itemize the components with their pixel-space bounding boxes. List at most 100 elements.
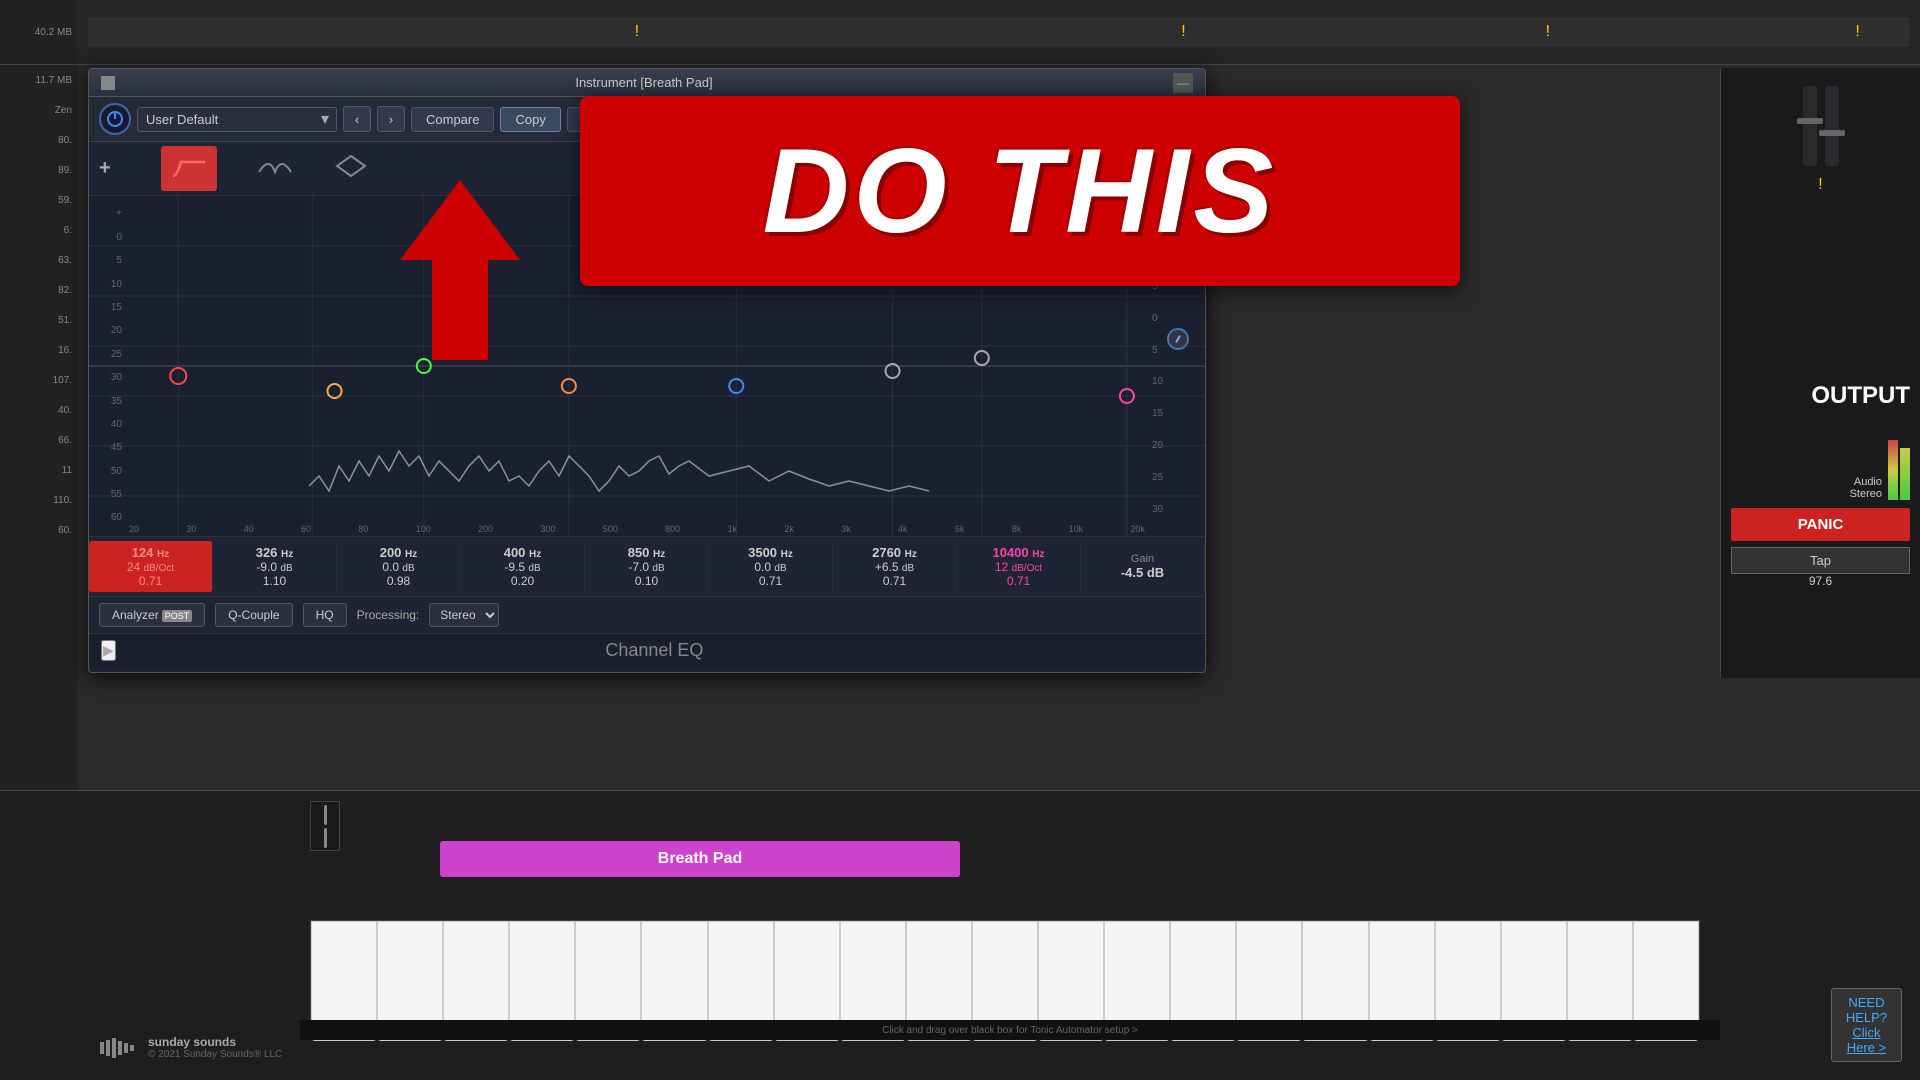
nav-forward-button[interactable]: › — [377, 106, 405, 132]
gain-tick-30: 30 — [111, 372, 122, 383]
gain-tick-35: 35 — [111, 396, 122, 407]
marker-2: ! — [1181, 23, 1185, 41]
r-gain-0: 0 — [1152, 313, 1158, 324]
band-8-q: 0.71 — [1007, 574, 1030, 588]
mem-label-15: 11 — [62, 465, 72, 476]
freq-20: 20 — [129, 524, 139, 534]
freq-100: 100 — [416, 524, 431, 534]
breath-pad-bar[interactable]: Breath Pad — [440, 841, 960, 877]
mem-label-5: 89. — [58, 165, 72, 176]
band-7-db: +6.5 dB — [875, 560, 914, 574]
gain-tick-plus: + — [116, 208, 122, 219]
tonic-automator-text: Click and drag over black box for Tonic … — [882, 1025, 1138, 1036]
eq-titlebar: Instrument [Breath Pad] — — [89, 69, 1205, 97]
fader-left-handle[interactable] — [1797, 118, 1823, 124]
eq-window-title: Instrument [Breath Pad] — [575, 75, 712, 90]
gain-knob[interactable] — [1167, 328, 1189, 350]
preset-dropdown[interactable]: User Default — [137, 107, 337, 132]
band-8-values[interactable]: 10400 Hz 12 dB/Oct 0.71 — [957, 541, 1081, 592]
q-couple-button[interactable]: Q-Couple — [215, 603, 292, 627]
r-gain-25: 25 — [1152, 472, 1163, 483]
power-button[interactable] — [99, 103, 131, 135]
freq-1k: 1k — [728, 524, 738, 534]
band-1-q: 0.71 — [139, 574, 162, 588]
level-meter-l — [1888, 420, 1898, 500]
analyzer-button[interactable]: AnalyzerPOST — [99, 603, 205, 627]
r-gain-30: 30 — [1152, 504, 1163, 515]
r-gain-15b: 15 — [1152, 408, 1163, 419]
band-3-icon[interactable] — [333, 152, 369, 185]
band-2-icon[interactable] — [257, 152, 293, 185]
stereo-label: Stereo — [1850, 488, 1882, 500]
band-2-freq: 326 Hz — [256, 545, 294, 560]
sunday-sounds-logo: sunday sounds © 2021 Sunday Sounds® LLC — [100, 1035, 282, 1060]
gain-value-display: -4.5 dB — [1121, 565, 1164, 580]
preset-dropdown-wrap[interactable]: User Default — [137, 107, 337, 132]
band-3-values[interactable]: 200 Hz 0.0 dB 0.98 — [337, 541, 461, 592]
freq-300: 300 — [540, 524, 555, 534]
level-fill-l — [1888, 440, 1898, 500]
hq-button[interactable]: HQ — [303, 603, 347, 627]
panic-button[interactable]: PANIC — [1731, 508, 1910, 541]
tap-button[interactable]: Tap — [1731, 547, 1910, 574]
band-1-icon[interactable] — [161, 146, 217, 191]
midi-transport-icon[interactable] — [310, 801, 340, 851]
do-this-overlay: DO THIS — [580, 96, 1460, 286]
right-panel-faders — [1731, 86, 1910, 166]
freq-20k: 20k — [1130, 524, 1145, 534]
mem-label-4: 80. — [58, 135, 72, 146]
gain-tick-55: 55 — [111, 489, 122, 500]
processing-select[interactable]: Stereo Left Right Mid Side — [429, 603, 499, 627]
mem-label-17: 60. — [58, 525, 72, 536]
click-here-label: Click Here > — [1847, 1025, 1886, 1055]
compare-button[interactable]: Compare — [411, 107, 494, 132]
band-4-values[interactable]: 400 Hz -9.5 dB 0.20 — [461, 541, 585, 592]
gain-labels-left: + 0 5 10 15 20 25 30 35 40 45 50 55 60 — [89, 196, 125, 536]
band-7-q: 0.71 — [883, 574, 906, 588]
mem-label-7: 6: — [64, 225, 72, 236]
nav-back-button[interactable]: ‹ — [343, 106, 371, 132]
band-3-freq: 200 Hz — [380, 545, 418, 560]
band-1-freq: 124 Hz — [132, 545, 170, 560]
band-3-db: 0.0 dB — [382, 560, 414, 574]
band-6-db: 0.0 dB — [754, 560, 786, 574]
mem-label-10: 51. — [58, 315, 72, 326]
warning-icon: ! — [1818, 176, 1822, 194]
freq-60: 60 — [301, 524, 311, 534]
level-meters — [1888, 420, 1910, 500]
mem-label-2: 11.7 MB — [36, 75, 73, 86]
fader-right[interactable] — [1825, 86, 1839, 166]
bottom-area: Breath Pad — [0, 790, 1920, 1080]
timeline-track: ! ! ! ! — [88, 17, 1910, 47]
freq-3k: 3k — [841, 524, 851, 534]
r-gain-5b: 5 — [1152, 345, 1158, 356]
mem-label-12: 107. — [53, 375, 72, 386]
marker-4: ! — [1855, 23, 1859, 41]
gain-tick-10: 10 — [111, 279, 122, 290]
fader-right-handle[interactable] — [1819, 130, 1845, 136]
band-6-q: 0.71 — [759, 574, 782, 588]
add-band-btn[interactable]: + — [99, 157, 111, 180]
band-5-values[interactable]: 850 Hz -7.0 dB 0.10 — [585, 541, 709, 592]
band-2-values[interactable]: 326 Hz -9.0 dB 1.10 — [213, 541, 337, 592]
eq-minimize-btn[interactable]: — — [1173, 73, 1193, 93]
band-6-values[interactable]: 3500 Hz 0.0 dB 0.71 — [709, 541, 833, 592]
need-help-button[interactable]: NEED HELP? Click Here > — [1831, 988, 1902, 1062]
freq-6k: 6k — [955, 524, 965, 534]
mem-label-14: 66. — [58, 435, 72, 446]
band-4-q: 0.20 — [511, 574, 534, 588]
band-7-values[interactable]: 2760 Hz +6.5 dB 0.71 — [833, 541, 957, 592]
output-section: OUTPUT Audio Stereo PANIC Tap 97.6 — [1721, 372, 1920, 598]
copy-button[interactable]: Copy — [500, 107, 560, 132]
mem-label-6: 59. — [58, 195, 72, 206]
gain-tick-5: 5 — [116, 255, 122, 266]
fader-left[interactable] — [1803, 86, 1817, 166]
freq-500: 500 — [603, 524, 618, 534]
window-close-dot[interactable] — [101, 76, 115, 90]
band-1-values[interactable]: 124 Hz 24 dB/Oct 0.71 — [89, 541, 213, 592]
r-gain-20: 20 — [1152, 440, 1163, 451]
gain-tick-50: 50 — [111, 466, 122, 477]
play-button[interactable]: ▶ — [101, 640, 116, 661]
red-arrow-svg — [380, 180, 540, 360]
need-help-label: NEED HELP? — [1846, 995, 1887, 1025]
